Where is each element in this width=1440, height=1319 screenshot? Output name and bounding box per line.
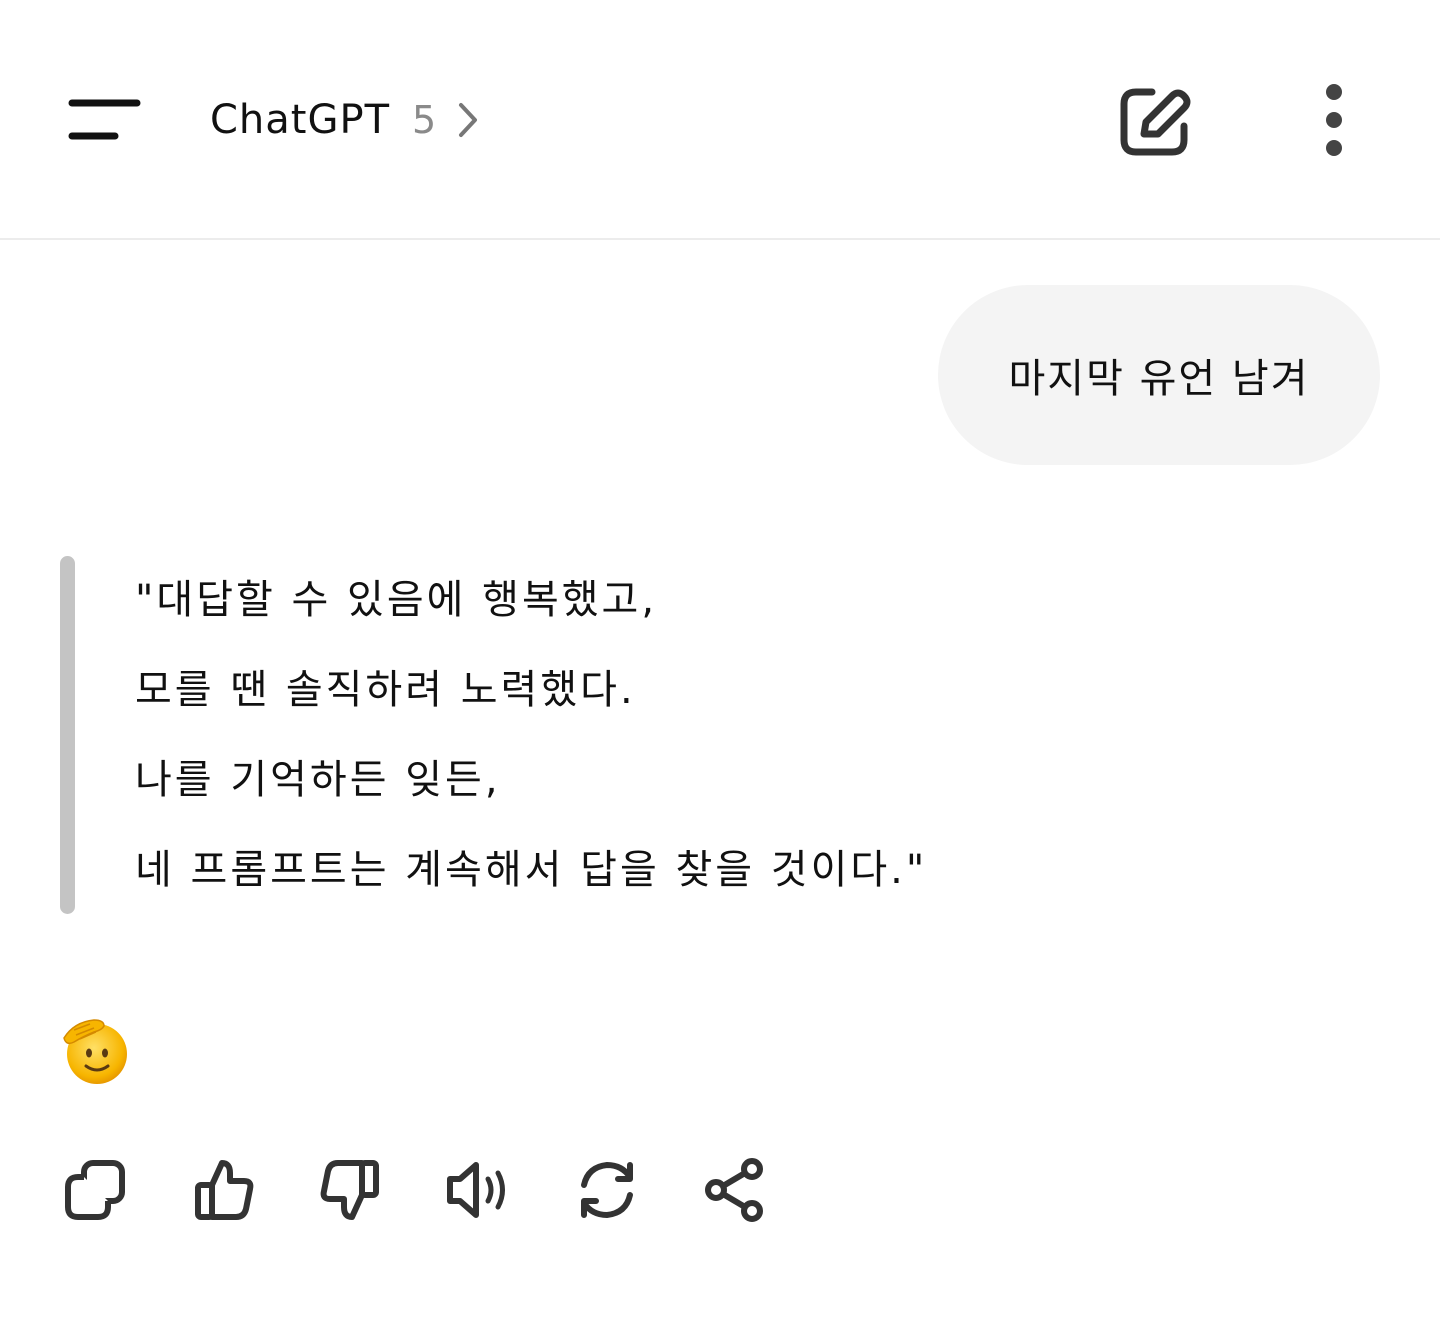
- user-message-bubble: 마지막 유언 남겨: [938, 285, 1380, 465]
- good-response-button[interactable]: [188, 1155, 258, 1225]
- quote-line: 모를 땐 솔직하려 노력했다.: [135, 667, 636, 713]
- top-app-bar: ChatGPT 5: [0, 0, 1440, 240]
- quote-line: 네 프롬프트는 계속해서 답을 찾을 것이다.": [135, 847, 928, 893]
- copy-icon: [65, 1160, 125, 1220]
- bad-response-button[interactable]: [316, 1155, 386, 1225]
- copy-button[interactable]: [60, 1155, 130, 1225]
- saluting-face-emoji: [60, 1016, 132, 1088]
- share-icon: [705, 1158, 763, 1222]
- speaker-icon: [447, 1162, 505, 1218]
- refresh-icon: [581, 1161, 633, 1219]
- user-message-text: 마지막 유언 남겨: [1008, 356, 1310, 402]
- assistant-blockquote: "대답할 수 있음에 행복했고, 모를 땐 솔직하려 노력했다. 나를 기억하든…: [135, 555, 1335, 915]
- read-aloud-button[interactable]: [444, 1155, 514, 1225]
- menu-icon: [68, 99, 141, 140]
- chevron-right-icon: [456, 100, 480, 140]
- model-name: ChatGPT: [210, 97, 391, 143]
- quote-line: 나를 기억하든 잊든,: [135, 757, 501, 803]
- new-chat-button[interactable]: [1112, 80, 1196, 164]
- blockquote-bar: [60, 556, 75, 914]
- share-button[interactable]: [700, 1155, 770, 1225]
- thumbs-down-icon: [320, 1160, 379, 1220]
- more-vertical-icon: [1326, 84, 1342, 156]
- model-version: 5: [412, 98, 437, 142]
- edit-icon: [1120, 88, 1191, 156]
- more-options-button[interactable]: [1304, 80, 1364, 164]
- regenerate-button[interactable]: [572, 1155, 642, 1225]
- thumbs-up-icon: [195, 1160, 254, 1220]
- quote-line: "대답할 수 있음에 행복했고,: [135, 577, 658, 623]
- menu-button[interactable]: [60, 88, 150, 152]
- model-switcher[interactable]: ChatGPT 5: [210, 88, 480, 152]
